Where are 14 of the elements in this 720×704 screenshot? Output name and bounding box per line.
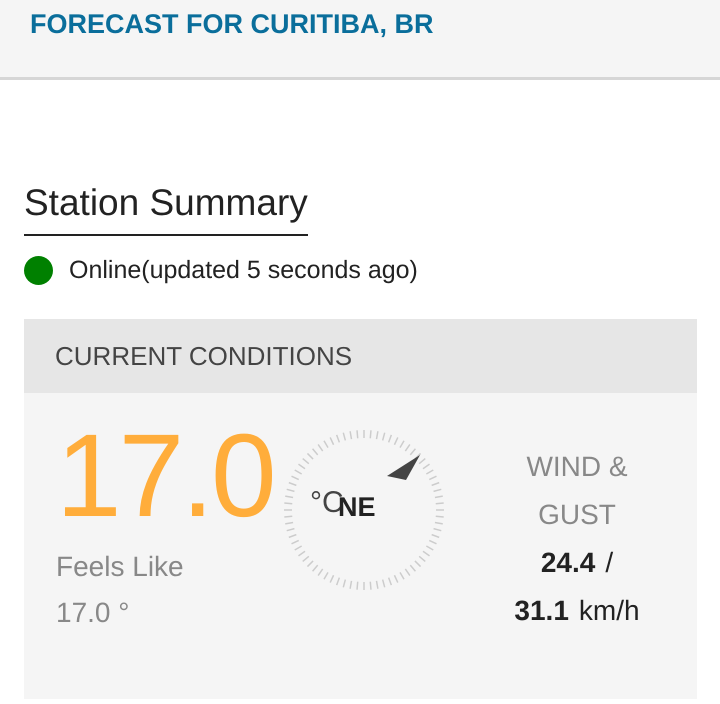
station-summary-heading: Station Summary — [24, 182, 308, 236]
card-title: CURRENT CONDITIONS — [55, 340, 352, 372]
feels-like-value: 17.0 ° — [56, 597, 130, 629]
wind-speed: 24.4 — [540, 546, 596, 580]
wind-label: GUST — [538, 498, 616, 532]
gust-speed: 31.1 — [514, 594, 569, 628]
temperature: 17.0 — [56, 417, 275, 535]
wind-unit: km/h — [578, 594, 640, 628]
wind-pointer-icon — [387, 455, 420, 480]
feels-like-label: Feels Like — [56, 551, 185, 583]
wind-label: WIND & — [526, 450, 628, 484]
wind-separator: / — [605, 546, 614, 580]
forecast-title: FORECAST FOR CURITIBA, BR — [30, 9, 434, 40]
status-text: Online(updated 5 seconds ago) — [69, 256, 418, 285]
